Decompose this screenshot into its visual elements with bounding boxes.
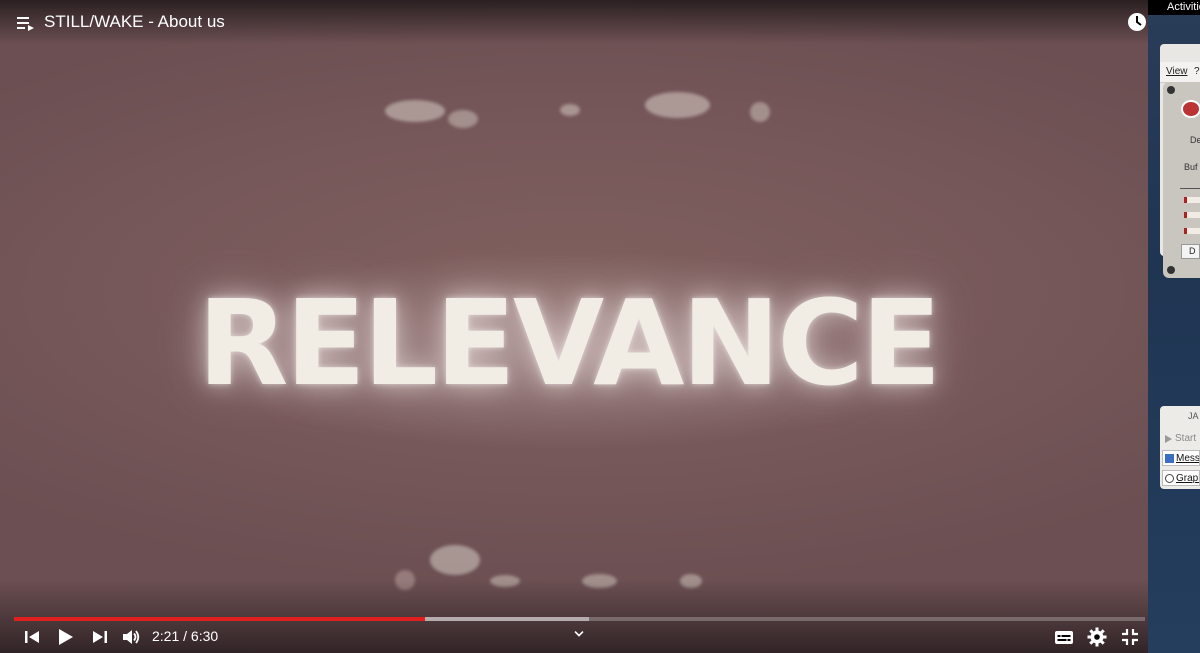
indicator-bar xyxy=(1184,212,1200,218)
play-icon xyxy=(1165,435,1172,443)
panel-label-buf: Buf xyxy=(1184,162,1198,172)
menu-help[interactable]: ? xyxy=(1194,66,1200,77)
current-time: 2:21 xyxy=(152,628,180,644)
progress-bar[interactable] xyxy=(14,617,1145,621)
frame-artifact xyxy=(385,100,445,122)
frame-artifact xyxy=(645,92,710,118)
volume-icon[interactable] xyxy=(121,627,141,647)
start-button[interactable]: Start xyxy=(1162,431,1200,447)
video-player[interactable]: RELEVANCE STILL/WAKE - About us 2:21 / 6… xyxy=(0,0,1148,653)
screw-icon xyxy=(1167,266,1175,274)
gear-icon[interactable] xyxy=(1087,627,1107,647)
exit-fullscreen-icon[interactable] xyxy=(1120,627,1140,647)
subtitles-icon[interactable] xyxy=(1054,627,1074,647)
graph-label: Graph xyxy=(1176,473,1199,484)
messages-label: Messa xyxy=(1176,453,1200,464)
panel-label-de: De xyxy=(1190,135,1200,145)
video-title[interactable]: STILL/WAKE - About us xyxy=(44,12,225,32)
frame-artifact xyxy=(750,102,770,122)
panel-button[interactable]: D xyxy=(1181,244,1200,259)
video-frame-text: RELEVANCE xyxy=(197,274,942,412)
start-label: Start xyxy=(1175,433,1197,444)
playlist-icon[interactable] xyxy=(16,13,36,33)
messages-button[interactable]: Messa xyxy=(1162,450,1200,466)
graph-icon xyxy=(1165,474,1174,483)
frame-artifact xyxy=(430,545,480,575)
messages-icon xyxy=(1165,454,1174,463)
app-logo-icon xyxy=(1181,100,1200,118)
play-icon[interactable] xyxy=(55,627,75,647)
indicator-bar xyxy=(1184,228,1200,234)
chevron-down-icon[interactable] xyxy=(570,626,588,642)
previous-icon[interactable] xyxy=(22,627,42,647)
divider xyxy=(1180,188,1200,189)
time-display: 2:21 / 6:30 xyxy=(152,628,218,644)
time-separator: / xyxy=(179,628,191,644)
screw-icon xyxy=(1167,86,1175,94)
frame-artifact xyxy=(448,110,478,128)
graph-button[interactable]: Graph xyxy=(1162,470,1200,486)
progress-played xyxy=(14,617,425,621)
menu-view[interactable]: View xyxy=(1166,66,1188,77)
indicator-bar xyxy=(1184,197,1200,203)
frame-artifact xyxy=(560,104,580,116)
duration: 6:30 xyxy=(190,628,219,644)
activities-button[interactable]: Activities xyxy=(1167,1,1200,13)
next-icon[interactable] xyxy=(90,627,110,647)
window2-title: JA xyxy=(1188,411,1199,421)
watch-later-icon[interactable] xyxy=(1127,12,1147,32)
